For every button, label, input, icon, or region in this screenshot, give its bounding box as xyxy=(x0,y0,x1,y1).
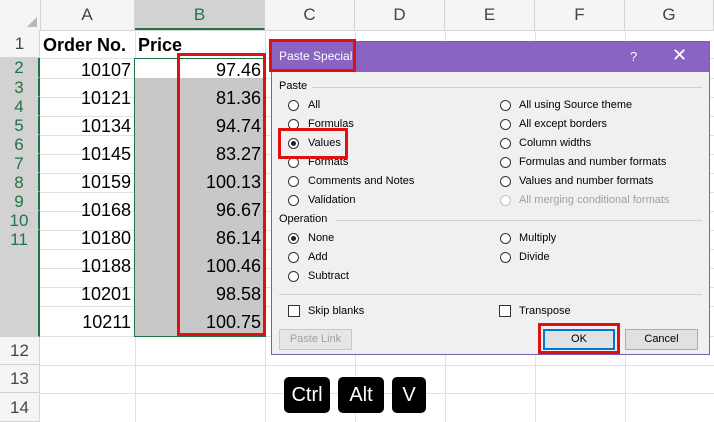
help-icon[interactable]: ? xyxy=(630,49,637,64)
cancel-button[interactable]: Cancel xyxy=(625,329,698,350)
radio-comments-notes[interactable] xyxy=(288,176,299,187)
radio-source-theme[interactable] xyxy=(500,100,511,111)
option-all[interactable]: All xyxy=(308,99,320,111)
option-formulas-number-formats[interactable]: Formulas and number formats xyxy=(519,156,666,168)
order-cell[interactable]: 10168 xyxy=(40,201,131,220)
select-all-corner[interactable] xyxy=(0,0,41,30)
order-cell[interactable]: 10201 xyxy=(40,285,131,304)
alt-key: Alt xyxy=(338,377,384,413)
values-highlight-box xyxy=(278,128,348,159)
order-cell[interactable]: 10159 xyxy=(40,173,131,192)
row-header-8[interactable]: 8 xyxy=(0,173,40,192)
radio-divide[interactable] xyxy=(500,252,511,263)
paste-section-label: Paste xyxy=(279,80,308,92)
corner-triangle-icon xyxy=(27,17,37,27)
option-subtract[interactable]: Subtract xyxy=(308,270,349,282)
option-except-borders[interactable]: All except borders xyxy=(519,118,607,130)
order-cell[interactable]: 10121 xyxy=(40,89,131,108)
radio-subtract[interactable] xyxy=(288,271,299,282)
v-key: V xyxy=(392,377,426,413)
row-header-1[interactable]: 1 xyxy=(0,30,40,58)
option-comments-notes[interactable]: Comments and Notes xyxy=(308,175,414,187)
close-icon[interactable]: ✕ xyxy=(672,45,687,66)
row-header-12[interactable]: 12 xyxy=(0,337,40,365)
radio-merging-formats xyxy=(500,195,511,206)
header-price[interactable]: Price xyxy=(138,34,182,56)
row-header-2[interactable]: 2 xyxy=(0,58,40,78)
skip-blanks-label[interactable]: Skip blanks xyxy=(308,305,364,317)
ok-highlight-box xyxy=(538,323,620,354)
option-multiply[interactable]: Multiply xyxy=(519,232,556,244)
column-header-a[interactable]: A xyxy=(40,0,135,30)
option-none[interactable]: None xyxy=(308,232,334,244)
order-cell[interactable]: 10145 xyxy=(40,145,131,164)
radio-none[interactable] xyxy=(288,233,299,244)
radio-validation[interactable] xyxy=(288,195,299,206)
transpose-label[interactable]: Transpose xyxy=(519,305,571,317)
row-header-9[interactable]: 9 xyxy=(0,192,40,211)
price-highlight-box xyxy=(177,53,266,336)
row-header-11[interactable]: 11 xyxy=(0,230,40,337)
row-header-13[interactable]: 13 xyxy=(0,365,40,393)
skip-blanks-checkbox[interactable] xyxy=(288,305,300,317)
row-header-6[interactable]: 6 xyxy=(0,135,40,154)
column-header-g[interactable]: G xyxy=(625,0,714,30)
operation-section-label: Operation xyxy=(279,213,328,225)
option-validation[interactable]: Validation xyxy=(308,194,356,206)
radio-multiply[interactable] xyxy=(500,233,511,244)
order-cell[interactable]: 10180 xyxy=(40,229,131,248)
order-cell[interactable]: 10107 xyxy=(40,61,131,80)
row-header-5[interactable]: 5 xyxy=(0,116,40,135)
option-divide[interactable]: Divide xyxy=(519,251,550,263)
column-header-c[interactable]: C xyxy=(265,0,355,30)
header-order-no[interactable]: Order No. xyxy=(43,34,126,56)
order-cell[interactable]: 10134 xyxy=(40,117,131,136)
option-merging-formats: All merging conditional formats xyxy=(519,194,670,206)
paste-link-button: Paste Link xyxy=(279,329,352,350)
radio-values-number-formats[interactable] xyxy=(500,176,511,187)
transpose-checkbox[interactable] xyxy=(499,305,511,317)
paste-special-dialog: Paste Special ? ✕ Paste All Formulas Val… xyxy=(269,39,710,355)
row-header-4[interactable]: 4 xyxy=(0,97,40,116)
radio-add[interactable] xyxy=(288,252,299,263)
order-cell[interactable]: 10188 xyxy=(40,257,131,276)
row-header-3[interactable]: 3 xyxy=(0,78,40,97)
radio-column-widths[interactable] xyxy=(500,138,511,149)
column-header-d[interactable]: D xyxy=(355,0,445,30)
column-header-f[interactable]: F xyxy=(535,0,625,30)
ctrl-key: Ctrl xyxy=(284,377,330,413)
order-cell[interactable]: 10211 xyxy=(40,313,131,332)
option-values-number-formats[interactable]: Values and number formats xyxy=(519,175,653,187)
row-header-10[interactable]: 10 xyxy=(0,211,40,230)
row-header-7[interactable]: 7 xyxy=(0,154,40,173)
radio-except-borders[interactable] xyxy=(500,119,511,130)
column-header-e[interactable]: E xyxy=(445,0,535,30)
option-add[interactable]: Add xyxy=(308,251,328,263)
option-source-theme[interactable]: All using Source theme xyxy=(519,99,632,111)
column-header-b[interactable]: B xyxy=(135,0,265,30)
option-column-widths[interactable]: Column widths xyxy=(519,137,591,149)
title-highlight-box xyxy=(269,39,356,72)
radio-all[interactable] xyxy=(288,100,299,111)
row-header-14[interactable]: 14 xyxy=(0,393,40,422)
radio-formulas-number-formats[interactable] xyxy=(500,157,511,168)
